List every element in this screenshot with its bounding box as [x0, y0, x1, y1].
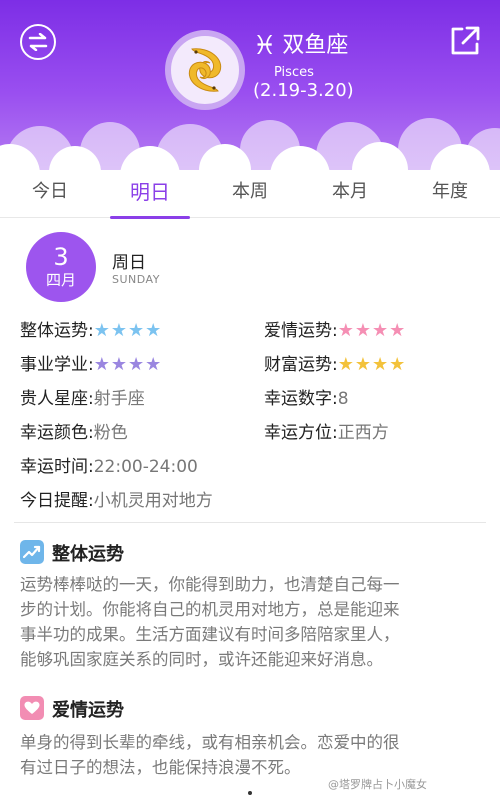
- weekday: 周日: [112, 253, 146, 273]
- sign-name: 双鱼座: [282, 33, 349, 58]
- date-month: 四月: [45, 271, 76, 289]
- love-section-title: 爱情运势: [52, 700, 124, 721]
- overall-section-title: 整体运势: [52, 544, 124, 565]
- overall-body-line: 运势棒棒哒的一天，你能得到助力，也清楚自己每一: [20, 575, 400, 594]
- wealth-fortune-row: 财富运势:★★★★: [264, 350, 406, 375]
- lucky-direction-value: 正西方: [337, 423, 389, 443]
- period-tabs: 今日 明日 本周 本月 年度: [0, 170, 500, 219]
- love-fortune-label: 爱情运势:: [264, 321, 338, 341]
- daily-reminder-value: 小机灵用对地方: [93, 491, 213, 511]
- share-button[interactable]: [448, 24, 482, 58]
- cloud-decoration: [0, 118, 500, 170]
- lucky-time-row: 幸运时间:22:00-24:00: [20, 452, 198, 477]
- lucky-number-label: 幸运数字:: [264, 389, 338, 409]
- pisces-fish-icon: [188, 48, 222, 92]
- lucky-number-row: 幸运数字:8: [264, 384, 349, 409]
- noble-sign-label: 贵人星座:: [20, 389, 94, 409]
- watermark: @塔罗牌占卜小魔女: [328, 778, 427, 791]
- wealth-fortune-label: 财富运势:: [264, 355, 338, 375]
- daily-reminder-label: 今日提醒:: [20, 491, 94, 511]
- tab-this-week[interactable]: 本周: [200, 170, 300, 217]
- wealth-fortune-stars: ★★★★: [337, 354, 407, 375]
- overall-body-line: 事半功的成果。生活方面建议有时间多陪陪家里人，: [20, 625, 400, 644]
- love-fortune-row: 爱情运势:★★★★: [264, 316, 406, 341]
- lucky-time-value: 22:00-24:00: [93, 457, 198, 477]
- overall-body-line: 能够巩固家庭关系的同时，或许还能迎来好消息。: [20, 650, 383, 669]
- career-fortune-stars: ★★★★: [93, 354, 163, 375]
- career-fortune-row: 事业学业:★★★★: [20, 350, 162, 375]
- header-banner: ♓ 双鱼座 Pisces (2.19-3.20): [0, 0, 500, 170]
- noble-sign-row: 贵人星座:射手座: [20, 384, 145, 409]
- trend-chart-icon: [20, 540, 44, 564]
- overall-body-line: 步的计划。你能将自己的机灵用对地方，总是能迎来: [20, 600, 400, 619]
- tab-this-month[interactable]: 本月: [300, 170, 400, 217]
- daily-reminder-row: 今日提醒:小机灵用对地方: [20, 486, 213, 511]
- swap-arrows-icon: [28, 33, 48, 51]
- tab-today[interactable]: 今日: [0, 170, 100, 217]
- pisces-emblem: [165, 30, 245, 110]
- page-indicator-dot: [248, 791, 252, 795]
- date-badge: 3 四月: [26, 232, 96, 302]
- love-fortune-stars: ★★★★: [337, 320, 407, 341]
- lucky-color-row: 幸运颜色:粉色: [20, 418, 128, 443]
- lucky-direction-row: 幸运方位:正西方: [264, 418, 389, 443]
- love-body-line: 单身的得到长辈的牵线，或有相亲机会。恋爱中的很: [20, 733, 400, 752]
- section-divider: [14, 522, 486, 523]
- love-section-body: 单身的得到长辈的牵线，或有相亲机会。恋爱中的很 有过日子的想法，也能保持浪漫不死…: [20, 730, 482, 780]
- overall-fortune-label: 整体运势:: [20, 321, 94, 341]
- overall-fortune-stars: ★★★★: [93, 320, 163, 341]
- pisces-symbol-icon: ♓: [253, 31, 277, 61]
- sign-english-name: Pisces: [274, 65, 314, 80]
- lucky-color-value: 粉色: [93, 423, 128, 443]
- lucky-time-label: 幸运时间:: [20, 457, 94, 477]
- tab-tomorrow[interactable]: 明日: [100, 170, 200, 219]
- career-fortune-label: 事业学业:: [20, 355, 94, 375]
- sign-date-range: (2.19-3.20): [253, 80, 354, 101]
- swap-sign-button[interactable]: [20, 24, 56, 60]
- share-external-icon: [451, 26, 480, 55]
- lucky-color-label: 幸运颜色:: [20, 423, 94, 443]
- noble-sign-value: 射手座: [93, 389, 145, 409]
- weekday-english: SUNDAY: [112, 273, 160, 286]
- lucky-number-value: 8: [337, 389, 349, 409]
- overall-section-body: 运势棒棒哒的一天，你能得到助力，也清楚自己每一 步的计划。你能将自己的机灵用对地…: [20, 572, 482, 672]
- heart-icon: [20, 696, 44, 720]
- date-day: 3: [53, 243, 69, 271]
- tab-year[interactable]: 年度: [400, 170, 500, 217]
- lucky-direction-label: 幸运方位:: [264, 423, 338, 443]
- overall-fortune-row: 整体运势:★★★★: [20, 316, 162, 341]
- sign-title: ♓ 双鱼座: [253, 33, 348, 59]
